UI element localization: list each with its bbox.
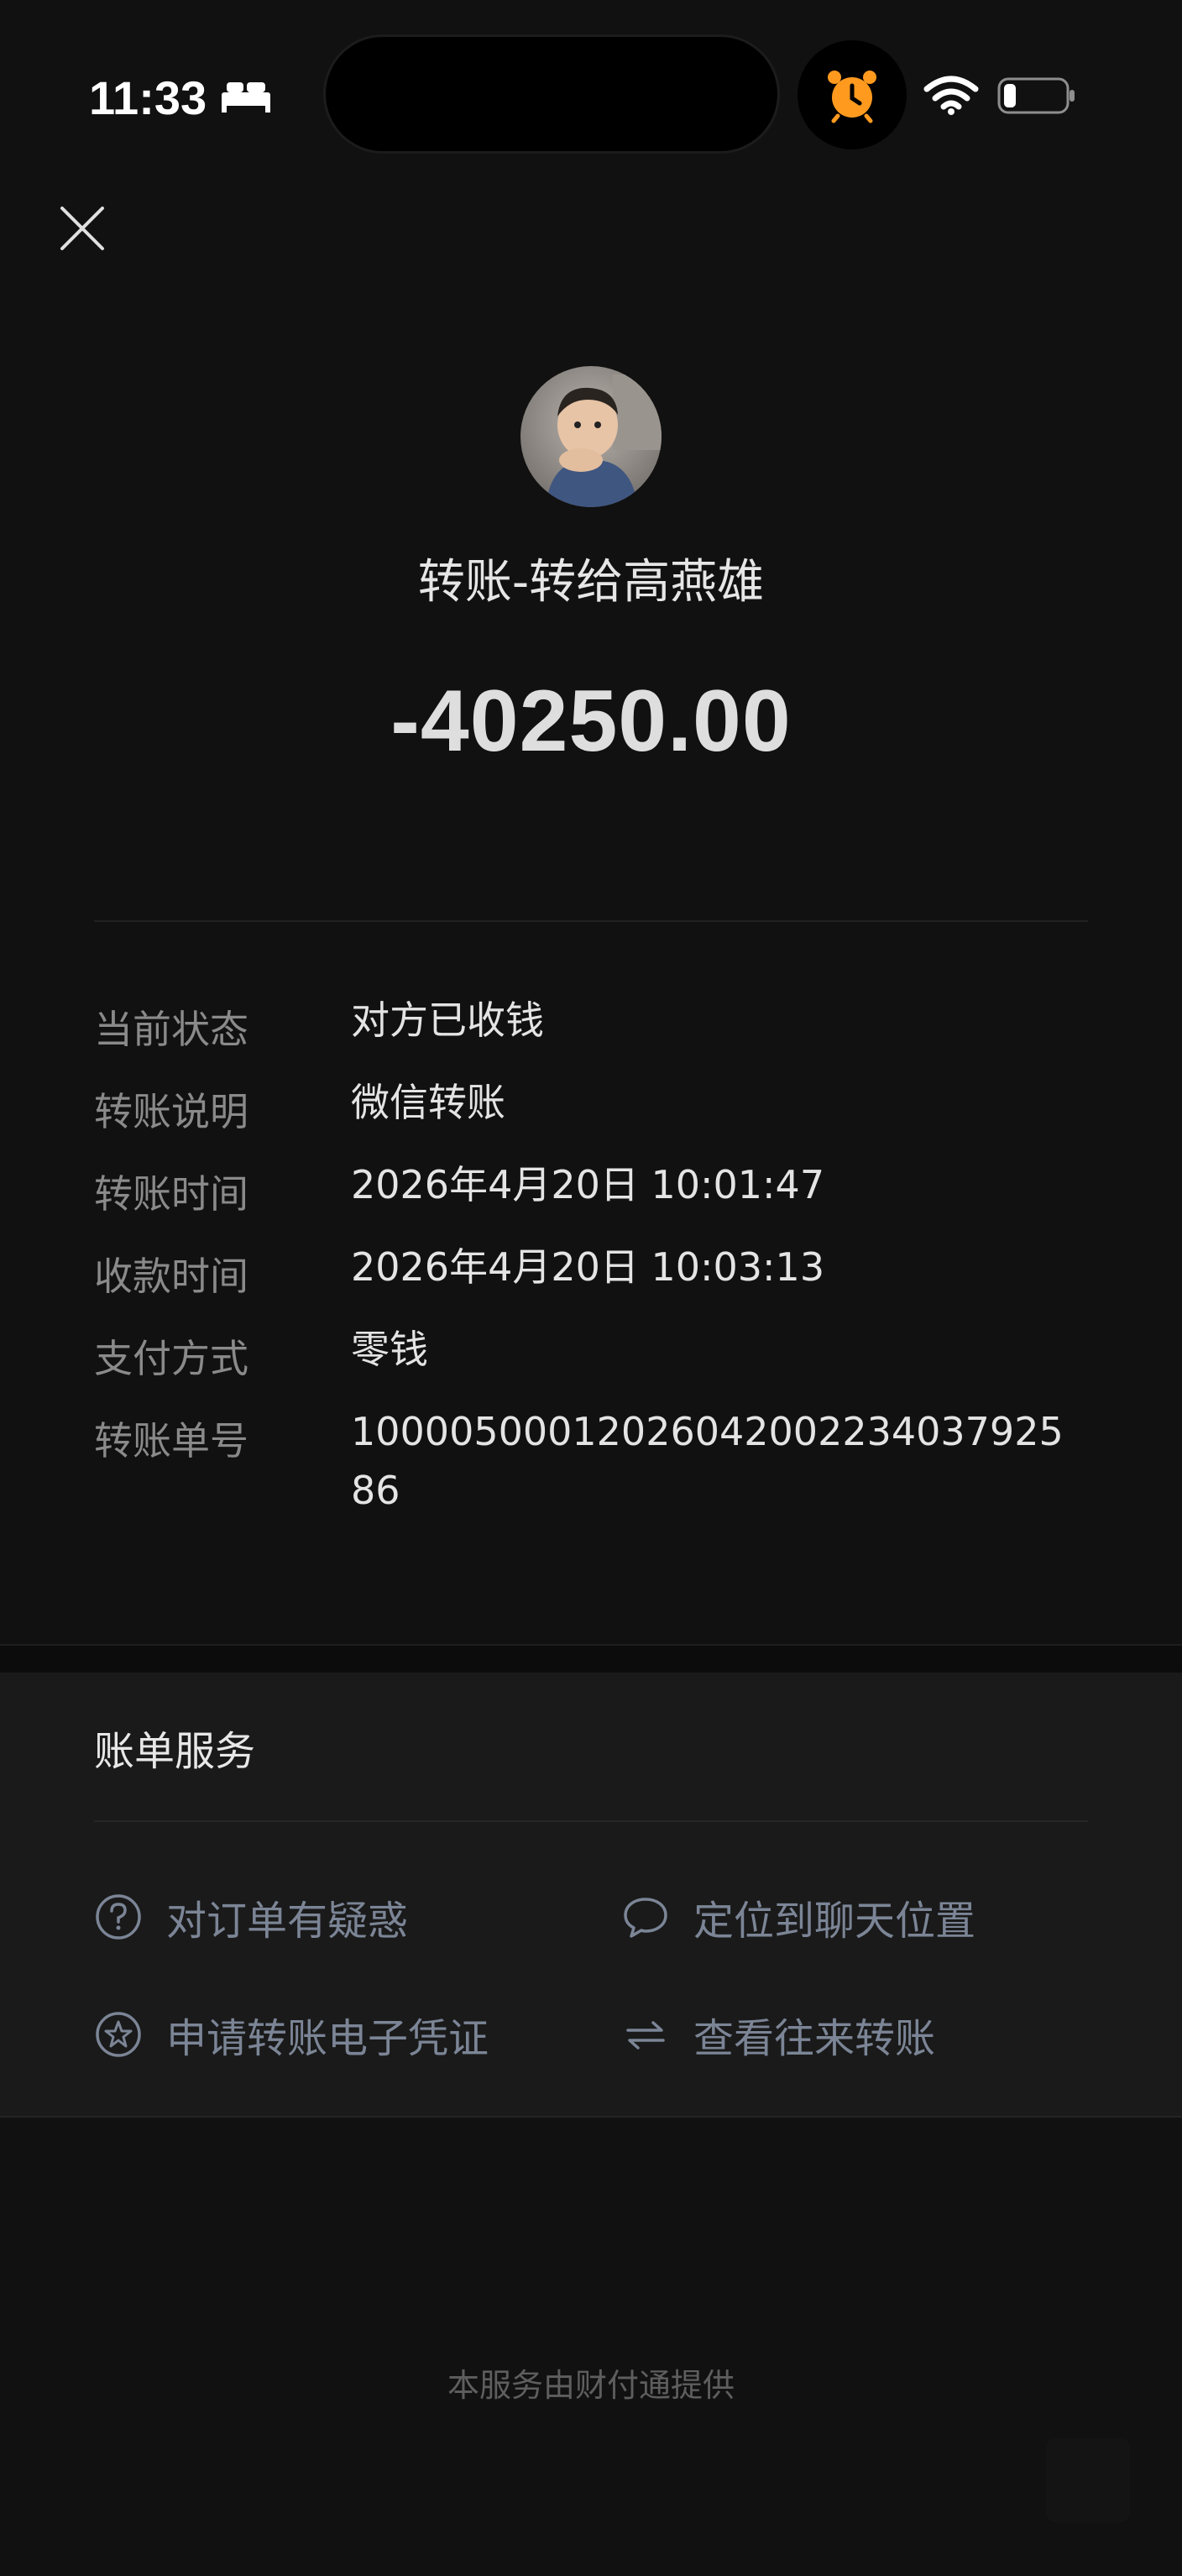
divider xyxy=(94,920,1088,922)
service-label: 定位到聊天位置 xyxy=(693,1898,976,1945)
bed-icon xyxy=(222,82,270,113)
bill-services-title: 账单服务 xyxy=(94,1728,256,1775)
star-badge-icon xyxy=(96,2012,141,2057)
order-number-value: 1000050001202604200223403792586 xyxy=(351,1409,1064,1513)
detail-label: 转账说明 xyxy=(94,1089,248,1134)
detail-value: 微信转账 xyxy=(351,1080,505,1125)
detail-label: 转账时间 xyxy=(94,1171,248,1217)
transfer-title: 转账-转给高燕雄 xyxy=(417,555,765,610)
alarm-clock-icon xyxy=(828,71,876,123)
detail-label: 支付方式 xyxy=(94,1336,248,1381)
close-icon[interactable] xyxy=(55,202,109,255)
divider xyxy=(94,1820,1088,1822)
battery-low-icon xyxy=(997,77,1075,114)
detail-label: 当前状态 xyxy=(94,1007,248,1052)
service-label: 查看往来转账 xyxy=(693,2015,936,2062)
service-label: 对订单有疑惑 xyxy=(166,1898,409,1945)
detail-label: 收款时间 xyxy=(94,1254,248,1299)
transfer-amount: -40250.00 xyxy=(390,673,792,770)
avatar xyxy=(520,366,662,507)
view-transfers-link[interactable]: 查看往来转账 xyxy=(621,2005,974,2064)
detail-value: 2026年4月20日 10:03:13 xyxy=(351,1244,825,1290)
section-separator xyxy=(0,1644,1182,1674)
question-circle-icon xyxy=(96,1894,141,1940)
detail-value: 2026年4月20日 10:01:47 xyxy=(351,1162,825,1207)
detail-value: 对方已收钱 xyxy=(351,997,544,1043)
status-time: 11:33 xyxy=(89,71,207,124)
chat-bubble-icon xyxy=(624,1898,667,1938)
dynamic-island xyxy=(326,37,777,151)
locate-chat-link[interactable]: 定位到聊天位置 xyxy=(621,1887,1024,1946)
order-question-link[interactable]: 对订单有疑惑 xyxy=(94,1887,447,1946)
wifi-icon xyxy=(923,76,979,115)
corner-overlay xyxy=(1046,2438,1130,2522)
detail-value: 零钱 xyxy=(351,1327,428,1372)
e-voucher-link[interactable]: 申请转账电子凭证 xyxy=(94,2005,531,2064)
service-label: 申请转账电子凭证 xyxy=(166,2015,489,2062)
footer-provider-note: 本服务由财付通提供 xyxy=(447,2367,735,2404)
detail-label: 转账单号 xyxy=(94,1418,248,1463)
transfer-arrows-icon xyxy=(626,2021,665,2050)
